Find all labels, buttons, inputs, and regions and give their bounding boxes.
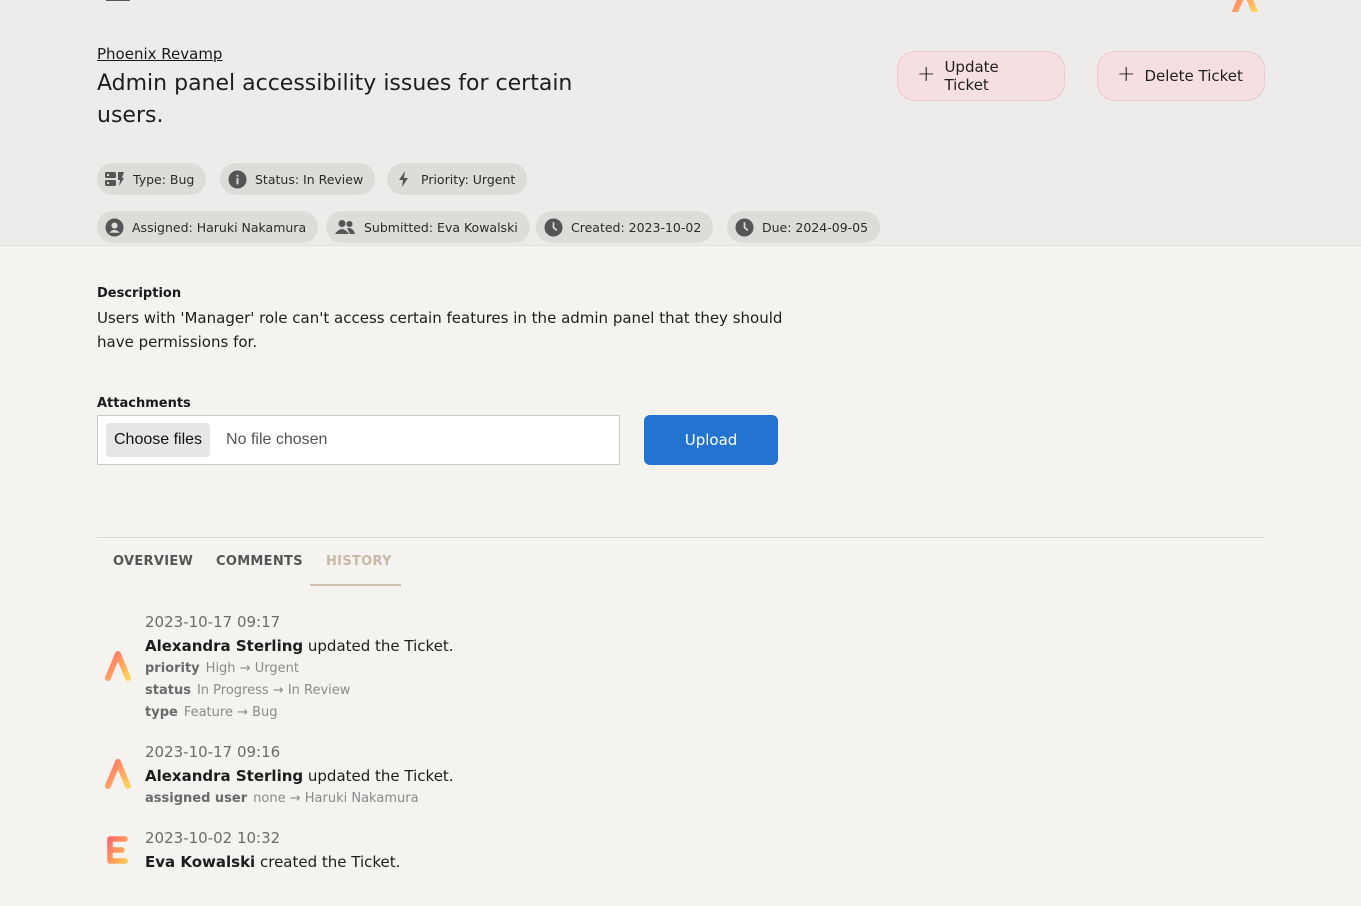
delete-ticket-label: Delete Ticket — [1144, 67, 1243, 85]
menu-icon[interactable] — [106, 0, 130, 6]
history-time: 2023-10-17 09:17 — [145, 613, 281, 631]
change-row: priority High → Urgent — [145, 661, 299, 676]
type-icon — [105, 172, 124, 186]
plus-icon: + — [917, 62, 936, 87]
account-icon — [105, 217, 124, 237]
info-icon — [228, 169, 247, 189]
clock-icon — [735, 217, 754, 237]
history-user: Alexandra Sterling — [145, 637, 304, 655]
priority-chip: Priority: Urgent — [387, 163, 528, 195]
tab-comments[interactable]: COMMENTS — [216, 554, 303, 569]
history-action: updated the Ticket. — [307, 767, 454, 785]
history-user: Alexandra Sterling — [145, 767, 304, 785]
plus-icon: + — [1117, 62, 1136, 87]
attachments-label: Attachments — [97, 396, 191, 411]
history-user: Eva Kowalski — [145, 853, 256, 871]
upload-button[interactable]: Upload — [644, 415, 778, 465]
file-input[interactable]: Choose files No file chosen — [97, 415, 620, 465]
type-chip: Type: Bug — [97, 163, 207, 195]
user-avatar[interactable] — [1230, 0, 1260, 16]
update-ticket-label: Update Ticket — [944, 58, 999, 94]
due-label: Due: 2024-09-05 — [762, 219, 869, 235]
update-ticket-button[interactable]: + Update Ticket — [897, 51, 1065, 101]
assigned-label: Assigned: Haruki Nakamura — [132, 219, 307, 235]
no-file-text: No file chosen — [226, 431, 328, 448]
project-link[interactable]: Phoenix Revamp — [97, 45, 222, 63]
tab-overview[interactable]: OVERVIEW — [113, 554, 193, 569]
avatar — [103, 834, 131, 870]
delete-ticket-button[interactable]: + Delete Ticket — [1097, 51, 1265, 101]
choose-files-button[interactable]: Choose files — [106, 423, 211, 457]
change-row: type Feature → Bug — [145, 705, 278, 720]
bolt-icon — [399, 171, 408, 187]
created-chip: Created: 2023-10-02 — [536, 211, 714, 243]
submitted-label: Submitted: Eva Kowalski — [364, 219, 518, 235]
tabs-divider — [97, 537, 1265, 538]
history-time: 2023-10-17 09:16 — [145, 743, 281, 761]
status-chip: Status: In Review — [220, 163, 376, 195]
tab-history[interactable]: HISTORY — [326, 554, 392, 569]
ticket-title: Admin panel accessibility issues for cer… — [97, 71, 573, 128]
history-action: updated the Ticket. — [307, 637, 454, 655]
clock-icon — [544, 217, 563, 237]
priority-label: Priority: Urgent — [421, 171, 516, 187]
avatar — [103, 758, 133, 794]
description-label: Description — [97, 286, 182, 301]
type-label: Type: Bug — [133, 171, 195, 187]
history-action: created the Ticket. — [259, 853, 401, 871]
avatar — [103, 650, 133, 686]
status-label: Status: In Review — [255, 171, 364, 187]
due-chip: Due: 2024-09-05 — [727, 211, 881, 243]
active-tab-indicator — [310, 584, 401, 586]
assigned-chip: Assigned: Haruki Nakamura — [97, 211, 319, 243]
change-row: status In Progress → In Review — [145, 683, 351, 698]
history-time: 2023-10-02 10:32 — [145, 829, 281, 847]
description-text: Users with 'Manager' role can't access c… — [97, 309, 783, 351]
ticket-header: Phoenix Revamp Admin panel accessibility… — [0, 0, 1361, 246]
submitted-chip: Submitted: Eva Kowalski — [326, 211, 530, 243]
created-label: Created: 2023-10-02 — [571, 219, 702, 235]
people-icon — [335, 220, 355, 234]
change-row: assigned user none → Haruki Nakamura — [145, 791, 419, 806]
